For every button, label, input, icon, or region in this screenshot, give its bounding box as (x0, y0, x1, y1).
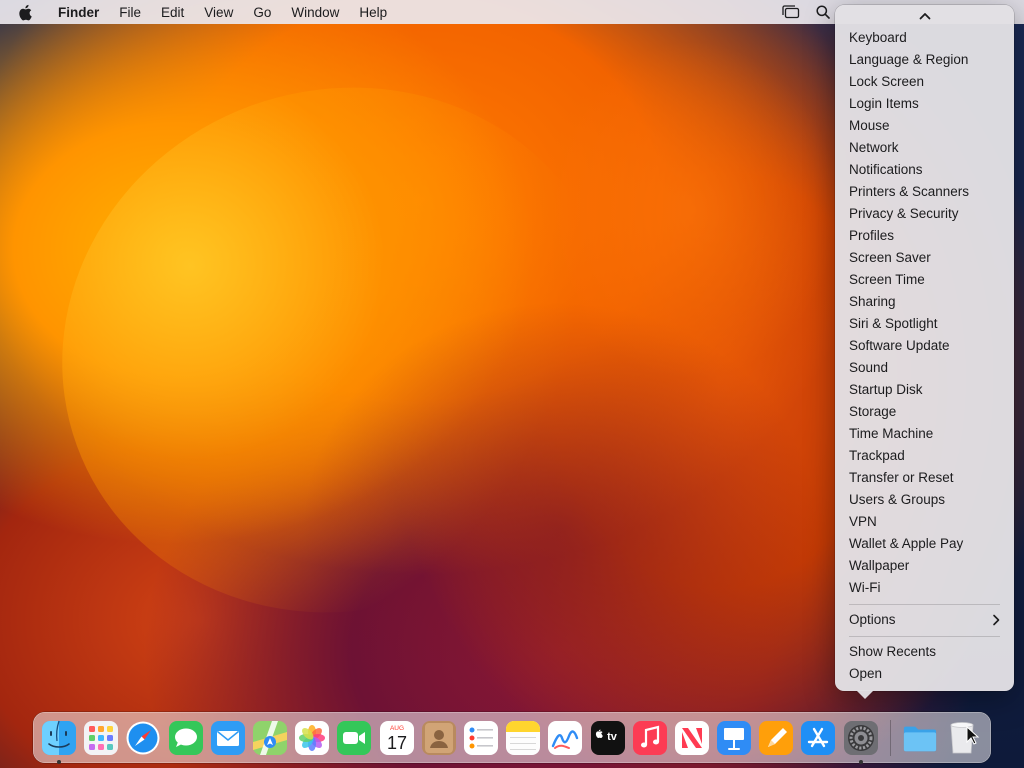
menu-item-trackpad[interactable]: Trackpad (835, 445, 1014, 467)
running-indicator (57, 759, 62, 764)
scroll-up-chevron-icon[interactable] (835, 5, 1014, 27)
menu-item-keyboard[interactable]: Keyboard (835, 27, 1014, 49)
dock-app-launchpad[interactable] (83, 720, 119, 756)
menu-item-privacy-security[interactable]: Privacy & Security (835, 203, 1014, 225)
dock-app-app-store[interactable] (800, 720, 836, 756)
running-indicator (858, 759, 863, 764)
dock-divider (889, 719, 891, 756)
menu-item-transfer-reset[interactable]: Transfer or Reset (835, 467, 1014, 489)
menu-file[interactable]: File (109, 5, 151, 20)
menu-item-network[interactable]: Network (835, 137, 1014, 159)
spotlight-search-icon[interactable] (812, 3, 834, 21)
music-note-icon (632, 720, 667, 755)
dock-app-safari[interactable] (125, 720, 161, 756)
wallpaper-fold (540, 40, 840, 380)
dock-app-mail[interactable] (210, 720, 246, 756)
folder-icon (903, 726, 936, 751)
photos-flower-icon (295, 720, 330, 755)
menu-item-screen-saver[interactable]: Screen Saver (835, 247, 1014, 269)
menu-go[interactable]: Go (243, 5, 281, 20)
dock-app-tv[interactable]: tv (590, 720, 626, 756)
menu-item-lock-screen[interactable]: Lock Screen (835, 71, 1014, 93)
dock-context-menu: Keyboard Language & Region Lock Screen L… (835, 5, 1014, 699)
menu-item-time-machine[interactable]: Time Machine (835, 423, 1014, 445)
mouse-cursor-icon (966, 726, 980, 745)
submenu-chevron-right-icon (993, 614, 1000, 626)
menu-help[interactable]: Help (349, 5, 397, 20)
mail-envelope-icon (210, 720, 245, 755)
reminders-list-icon (463, 720, 498, 755)
system-settings-gear-icon (843, 720, 878, 755)
dock-app-contacts[interactable] (421, 720, 457, 756)
menu-item-startup-disk[interactable]: Startup Disk (835, 379, 1014, 401)
menu-item-language-region[interactable]: Language & Region (835, 49, 1014, 71)
dock-app-facetime[interactable] (336, 720, 372, 756)
menu-finder[interactable]: Finder (52, 5, 109, 20)
menu-item-vpn[interactable]: VPN (835, 511, 1014, 533)
menu-item-storage[interactable]: Storage (835, 401, 1014, 423)
dock-app-music[interactable] (632, 720, 668, 756)
menu-item-wi-fi[interactable]: Wi-Fi (835, 577, 1014, 599)
menu-item-software-update[interactable]: Software Update (835, 335, 1014, 357)
dock-app-notes[interactable] (505, 720, 541, 756)
keynote-podium-icon (717, 720, 752, 755)
dock-app-reminders[interactable] (463, 720, 499, 756)
tv-label: tv (607, 731, 618, 743)
menu-item-siri-spotlight[interactable]: Siri & Spotlight (835, 313, 1014, 335)
menu-item-screen-time[interactable]: Screen Time (835, 269, 1014, 291)
calendar-day: 17 (387, 733, 407, 753)
menu-item-wallpaper[interactable]: Wallpaper (835, 555, 1014, 577)
stage-manager-icon[interactable] (780, 3, 802, 21)
menu-item-users-groups[interactable]: Users & Groups (835, 489, 1014, 511)
dock: AUG 17 tv (33, 712, 991, 764)
safari-compass-icon (126, 721, 160, 754)
apple-menu-icon[interactable] (18, 4, 38, 20)
dock-app-pages[interactable] (758, 720, 794, 756)
contacts-icon (421, 720, 456, 755)
dock-app-system-settings[interactable] (843, 720, 879, 764)
menu-item-login-items[interactable]: Login Items (835, 93, 1014, 115)
menu-item-sound[interactable]: Sound (835, 357, 1014, 379)
menu-edit[interactable]: Edit (151, 5, 194, 20)
menu-separator (849, 636, 1000, 637)
notes-icon (506, 720, 541, 755)
menu-item-options[interactable]: Options (835, 609, 1014, 631)
news-icon (674, 720, 709, 755)
options-label: Options (849, 612, 896, 627)
menu-item-mouse[interactable]: Mouse (835, 115, 1014, 137)
menu-item-show-recents[interactable]: Show Recents (835, 641, 1014, 663)
pages-pen-icon (759, 720, 794, 755)
calendar-icon: AUG 17 (379, 720, 414, 755)
messages-bubble-icon (168, 720, 203, 755)
menu-item-sharing[interactable]: Sharing (835, 291, 1014, 313)
dock-app-keynote[interactable] (716, 720, 752, 756)
menu-window[interactable]: Window (281, 5, 349, 20)
dock-app-finder[interactable] (41, 720, 77, 764)
dock-app-calendar[interactable]: AUG 17 (379, 720, 415, 756)
dock-app-freeform[interactable] (547, 720, 583, 756)
menu-view[interactable]: View (194, 5, 243, 20)
menu-item-open[interactable]: Open (835, 663, 1014, 685)
menu-separator (849, 604, 1000, 605)
menu-item-profiles[interactable]: Profiles (835, 225, 1014, 247)
dock-app-photos[interactable] (294, 720, 330, 756)
facetime-camera-icon (337, 720, 372, 755)
dock-app-messages[interactable] (168, 720, 204, 756)
calendar-month: AUG (390, 725, 404, 732)
launchpad-icon (84, 720, 119, 755)
menu-item-notifications[interactable]: Notifications (835, 159, 1014, 181)
dock-app-maps[interactable] (252, 720, 288, 756)
dock-downloads-folder[interactable] (902, 720, 938, 756)
app-store-icon (801, 720, 836, 755)
finder-icon (42, 720, 77, 755)
dock-app-news[interactable] (674, 720, 710, 756)
menu-item-printers-scanners[interactable]: Printers & Scanners (835, 181, 1014, 203)
menu-item-wallet-apple-pay[interactable]: Wallet & Apple Pay (835, 533, 1014, 555)
freeform-icon (548, 720, 583, 755)
maps-icon (253, 720, 288, 755)
tv-icon: tv (590, 720, 625, 755)
